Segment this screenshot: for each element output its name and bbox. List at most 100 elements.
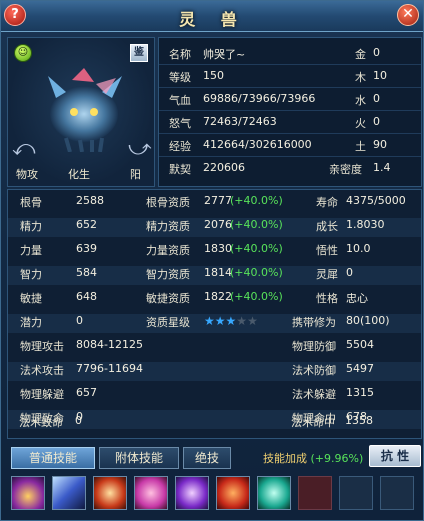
skill-slot-empty[interactable]	[380, 476, 414, 510]
rage-label: 怒气	[169, 117, 191, 130]
stat-row: 敏捷 648 敏捷资质 1822 (+40.0%) 性格 忠心	[8, 290, 421, 309]
aptitude-bonus: (+40.0%)	[230, 242, 283, 255]
combat-value: 7796-11694	[76, 362, 143, 375]
combat-value: 5504	[346, 338, 374, 351]
stat-value: 584	[76, 266, 97, 279]
attr-label: 寿命	[316, 196, 338, 209]
name-value[interactable]: 帅哭了~	[203, 46, 245, 62]
stat-label: 智力	[20, 268, 42, 281]
info-row-name: 名称 帅哭了~ 金 0	[159, 46, 421, 65]
rotate-left-icon[interactable]: ⤺	[12, 138, 36, 160]
wood-value: 10	[373, 69, 387, 82]
combat-label: 法术致命	[19, 416, 63, 429]
tab-normal-skills[interactable]: 普通技能	[11, 447, 95, 469]
attr-value: 4375/5000	[346, 194, 406, 207]
stat-value: 648	[76, 290, 97, 303]
stat-label: 敏捷	[20, 292, 42, 305]
combat-value: 657	[76, 386, 97, 399]
rotate-right-icon[interactable]: ⤻	[128, 138, 152, 160]
skill-icon[interactable]	[93, 476, 127, 510]
aptitude-label: 根骨资质	[146, 196, 190, 209]
aptitude-value: 1830	[204, 242, 232, 255]
physical-attack-button[interactable]: 物攻	[16, 166, 38, 182]
pet-portrait: ☺ 鉴 ⤺ ⤻ 物攻 化生 阳	[7, 37, 155, 187]
title-bar[interactable]: ? 灵 兽 ✕	[1, 1, 423, 32]
skill-icon[interactable]	[134, 476, 168, 510]
stat-label: 根骨	[20, 196, 42, 209]
combat-value: 1315	[346, 386, 374, 399]
combat-label: 法术命中	[291, 416, 335, 429]
pet-model-image	[48, 68, 122, 152]
fire-value: 0	[373, 115, 380, 128]
aptitude-bonus: (+40.0%)	[230, 218, 283, 231]
star-filled-icon: ★	[225, 314, 237, 328]
combat-value: 0	[75, 414, 82, 427]
skill-slot-empty[interactable]	[339, 476, 373, 510]
bond-label: 默契	[169, 163, 191, 176]
skill-bonus-label: 技能加成	[263, 452, 307, 465]
stat-value: 652	[76, 218, 97, 231]
earth-label: 土	[355, 140, 366, 153]
tab-attached-skills[interactable]: 附体技能	[99, 447, 179, 469]
level-value: 150	[203, 69, 224, 82]
combat-row: 法术攻击 7796-11694 法术防御 5497	[8, 362, 421, 381]
yang-button[interactable]: 阳	[130, 166, 141, 182]
cultivation-label: 携带修为	[292, 316, 336, 329]
pet-info: 名称 帅哭了~ 金 0 等级 150 木 10 气血 69886/73966/7…	[158, 37, 422, 187]
aptitude-value: 2076	[204, 218, 232, 231]
stat-row: 根骨 2588 根骨资质 2777 (+40.0%) 寿命 4375/5000	[8, 194, 421, 213]
attr-value: 0	[346, 266, 353, 279]
aptitude-label: 力量资质	[146, 244, 190, 257]
info-row-rage: 怒气 72463/72463 火 0	[159, 115, 421, 134]
aptitude-label: 敏捷资质	[146, 292, 190, 305]
combat-label: 法术躲避	[292, 388, 336, 401]
star-empty-icon: ★	[236, 314, 248, 328]
combat-value: 1358	[345, 414, 373, 427]
skill-icon[interactable]	[175, 476, 209, 510]
resistance-button[interactable]: 抗 性	[369, 445, 421, 467]
star-empty-icon: ★	[247, 314, 258, 328]
skill-icon[interactable]	[216, 476, 250, 510]
tab-ultimate[interactable]: 绝技	[183, 447, 231, 469]
skill-icon[interactable]	[11, 476, 45, 510]
skill-icon[interactable]	[52, 476, 86, 510]
pet-stats: 根骨 2588 根骨资质 2777 (+40.0%) 寿命 4375/5000 …	[7, 189, 422, 439]
combat-label: 物理防御	[292, 340, 336, 353]
combat-label: 物理躲避	[20, 388, 64, 401]
mood-icon[interactable]: ☺	[14, 44, 32, 62]
attr-label: 成长	[316, 220, 338, 233]
info-row-bond: 默契 220606 亲密度 1.4	[159, 161, 421, 180]
star-filled-icon: ★	[214, 314, 226, 328]
attr-label: 性格	[316, 292, 338, 305]
star-filled-icon: ★	[204, 314, 215, 328]
stat-label: 力量	[20, 244, 42, 257]
skill-slot-locked[interactable]	[298, 476, 332, 510]
info-row-exp: 经验 412664/302616000 土 90	[159, 138, 421, 157]
info-row-hp: 气血 69886/73966/73966 水 0	[159, 92, 421, 111]
cultivation-value: 80(100)	[346, 314, 390, 327]
hp-value: 69886/73966/73966	[203, 92, 316, 105]
attr-label: 悟性	[316, 244, 338, 257]
gold-label: 金	[355, 48, 366, 61]
water-value: 0	[373, 92, 380, 105]
help-button[interactable]: ?	[4, 4, 26, 26]
combat-label: 法术防御	[292, 364, 336, 377]
potential-label: 潜力	[20, 316, 42, 329]
appraise-button[interactable]: 鉴	[130, 44, 148, 62]
aptitude-bonus: (+40.0%)	[230, 266, 283, 279]
wood-label: 木	[355, 71, 366, 84]
info-row-level: 等级 150 木 10	[159, 69, 421, 88]
water-label: 水	[355, 94, 366, 107]
aptitude-value: 1822	[204, 290, 232, 303]
window-title: 灵 兽	[179, 10, 247, 29]
intimacy-label: 亲密度	[329, 163, 362, 176]
aptitude-bonus: (+40.0%)	[230, 194, 283, 207]
attr-value: 1.8030	[346, 218, 385, 231]
combat-row: 物理躲避 657 法术躲避 1315	[8, 386, 421, 405]
transform-button[interactable]: 化生	[68, 166, 90, 182]
stat-row-potential: 潜力 0 资质星级 ★★★★★ 携带修为 80(100)	[8, 314, 421, 333]
aptitude-label: 智力资质	[146, 268, 190, 281]
close-button[interactable]: ✕	[397, 4, 419, 26]
skill-bonus-value: (+9.96%)	[310, 452, 364, 465]
skill-icon[interactable]	[257, 476, 291, 510]
